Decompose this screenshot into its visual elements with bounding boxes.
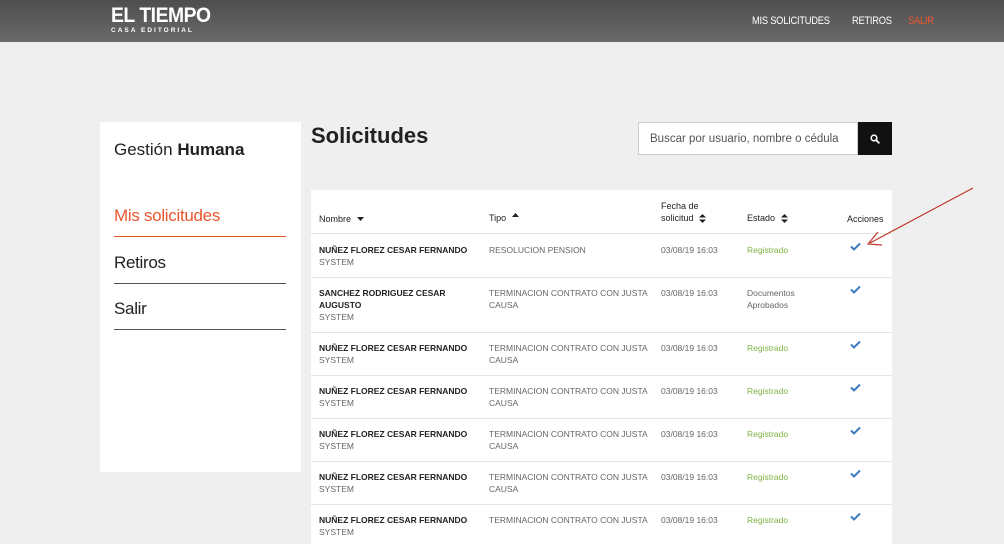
row-fecha: 03/08/19 16:03: [661, 472, 718, 482]
row-user: SYSTEM: [319, 398, 354, 408]
row-action-button[interactable]: [850, 426, 861, 438]
logo[interactable]: EL TIEMPO CASA EDITORIAL: [111, 4, 219, 34]
row-fecha: 03/08/19 16:03: [661, 429, 718, 439]
col-header-nombre[interactable]: Nombre: [319, 213, 364, 225]
col-header-estado-label: Estado: [747, 213, 776, 223]
search-icon: [870, 133, 880, 144]
check-icon: [850, 383, 861, 392]
row-estado: Registrado: [747, 343, 789, 353]
sort-both-icon: [699, 214, 707, 224]
check-icon: [850, 426, 861, 435]
row-fecha: 03/08/19 16:03: [661, 515, 718, 525]
cell-name: NUÑEZ FLOREZ CESAR FERNANDO SYSTEM: [319, 514, 479, 538]
logo-sub-text: CASA EDITORIAL: [111, 27, 194, 34]
table-row: NUÑEZ FLOREZ CESAR FERNANDO SYSTEM TERMI…: [311, 462, 892, 505]
search-button[interactable]: [858, 122, 892, 155]
row-user: SYSTEM: [319, 312, 354, 322]
check-icon: [850, 242, 861, 251]
sidebar-item-mis-solicitudes[interactable]: Mis solicitudes: [114, 206, 286, 237]
row-tipo: TERMINACION CONTRATO CON JUSTA CAUSA: [489, 429, 648, 451]
row-estado: Registrado: [747, 245, 789, 255]
row-action-button[interactable]: [850, 469, 861, 481]
table-row: SANCHEZ RODRIGUEZ CESAR AUGUSTO SYSTEM T…: [311, 278, 892, 333]
sort-desc-icon: [356, 217, 364, 222]
logo-main-text: EL TIEMPO: [111, 4, 211, 27]
row-name: SANCHEZ RODRIGUEZ CESAR AUGUSTO: [319, 288, 446, 310]
sidebar-item-retiros[interactable]: Retiros: [114, 253, 286, 284]
cell-name: SANCHEZ RODRIGUEZ CESAR AUGUSTO SYSTEM: [319, 287, 479, 323]
table-row: NUÑEZ FLOREZ CESAR FERNANDO SYSTEM TERMI…: [311, 376, 892, 419]
search-input[interactable]: [638, 122, 858, 155]
top-nav-mis-solicitudes[interactable]: MIS SOLICITUDES: [752, 15, 830, 27]
row-user: SYSTEM: [319, 257, 354, 267]
row-name: NUÑEZ FLOREZ CESAR FERNANDO: [319, 472, 468, 482]
row-action-button[interactable]: [850, 340, 861, 352]
table-row: NUÑEZ FLOREZ CESAR FERNANDO SYSTEM TERMI…: [311, 333, 892, 376]
table-row: NUÑEZ FLOREZ CESAR FERNANDO SYSTEM TERMI…: [311, 419, 892, 462]
col-header-tipo-label: Tipo: [489, 213, 507, 223]
search-bar: [638, 122, 892, 155]
row-tipo: TERMINACION CONTRATO CON JUSTA CAUSA: [489, 288, 648, 310]
row-user: SYSTEM: [319, 527, 354, 537]
row-action-button[interactable]: [850, 383, 861, 395]
row-tipo: TERMINACION CONTRATO CON JUSTA CAUSA: [489, 472, 648, 494]
check-icon: [850, 285, 861, 294]
table-header: Nombre Tipo Fecha de solicitud Estado Ac…: [311, 190, 892, 234]
row-name: NUÑEZ FLOREZ CESAR FERNANDO: [319, 245, 468, 255]
col-header-tipo[interactable]: Tipo: [489, 212, 519, 224]
row-action-button[interactable]: [850, 512, 861, 524]
row-estado: Registrado: [747, 429, 789, 439]
row-user: SYSTEM: [319, 355, 354, 365]
cell-name: NUÑEZ FLOREZ CESAR FERNANDO SYSTEM: [319, 471, 479, 495]
sidebar-item-salir[interactable]: Salir: [114, 299, 286, 330]
cell-name: NUÑEZ FLOREZ CESAR FERNANDO SYSTEM: [319, 385, 479, 409]
sidebar-title: Gestión Humana: [114, 140, 244, 160]
row-estado: Registrado: [747, 386, 789, 396]
row-action-button[interactable]: [850, 242, 861, 254]
row-estado: Registrado: [747, 515, 789, 525]
check-icon: [850, 469, 861, 478]
row-tipo: TERMINACION CONTRATO CON JUSTA CAUSA: [489, 386, 648, 408]
row-name: NUÑEZ FLOREZ CESAR FERNANDO: [319, 429, 468, 439]
cell-name: NUÑEZ FLOREZ CESAR FERNANDO SYSTEM: [319, 244, 479, 268]
sidebar: Gestión Humana Mis solicitudes Retiros S…: [100, 122, 301, 472]
sidebar-title-bold: Humana: [177, 140, 245, 159]
sort-asc-icon: [511, 213, 519, 217]
col-header-fecha-line1: Fecha de: [661, 201, 699, 211]
row-user: SYSTEM: [319, 484, 354, 494]
row-tipo: TERMINACION CONTRATO CON JUSTA: [489, 515, 648, 525]
row-name: NUÑEZ FLOREZ CESAR FERNANDO: [319, 343, 468, 353]
table-row: NUÑEZ FLOREZ CESAR FERNANDO SYSTEM RESOL…: [311, 235, 892, 278]
row-fecha: 03/08/19 16:03: [661, 386, 718, 396]
col-header-nombre-label: Nombre: [319, 214, 352, 224]
col-header-acciones: Acciones: [847, 214, 884, 224]
check-icon: [850, 340, 861, 349]
col-header-fecha-line2: solicitud: [661, 213, 694, 223]
row-fecha: 03/08/19 16:03: [661, 343, 718, 353]
table-row: NUÑEZ FLOREZ CESAR FERNANDO SYSTEM TERMI…: [311, 505, 892, 544]
col-header-fecha[interactable]: Fecha de solicitud: [661, 200, 707, 224]
top-bar: EL TIEMPO CASA EDITORIAL MIS SOLICITUDES…: [0, 0, 1004, 42]
row-name: NUÑEZ FLOREZ CESAR FERNANDO: [319, 386, 468, 396]
row-user: SYSTEM: [319, 441, 354, 451]
cell-name: NUÑEZ FLOREZ CESAR FERNANDO SYSTEM: [319, 342, 479, 366]
cell-name: NUÑEZ FLOREZ CESAR FERNANDO SYSTEM: [319, 428, 479, 452]
row-name: NUÑEZ FLOREZ CESAR FERNANDO: [319, 515, 468, 525]
check-icon: [850, 512, 861, 521]
col-header-estado[interactable]: Estado: [747, 212, 788, 224]
row-tipo: RESOLUCION PENSION: [489, 245, 586, 255]
top-nav-retiros[interactable]: RETIROS: [852, 15, 892, 27]
top-nav-salir[interactable]: SALIR: [908, 15, 934, 27]
row-fecha: 03/08/19 16:03: [661, 245, 718, 255]
sort-both-icon: [780, 214, 788, 224]
top-nav: MIS SOLICITUDES RETIROS SALIR: [752, 15, 939, 27]
row-action-button[interactable]: [850, 285, 861, 297]
row-estado: Registrado: [747, 472, 789, 482]
row-tipo: TERMINACION CONTRATO CON JUSTA CAUSA: [489, 343, 648, 365]
row-estado: Documentos Aprobados: [747, 288, 795, 310]
row-fecha: 03/08/19 16:03: [661, 288, 718, 298]
requests-table: Nombre Tipo Fecha de solicitud Estado Ac…: [311, 190, 892, 544]
page-title: Solicitudes: [311, 123, 429, 148]
sidebar-title-light: Gestión: [114, 140, 173, 159]
